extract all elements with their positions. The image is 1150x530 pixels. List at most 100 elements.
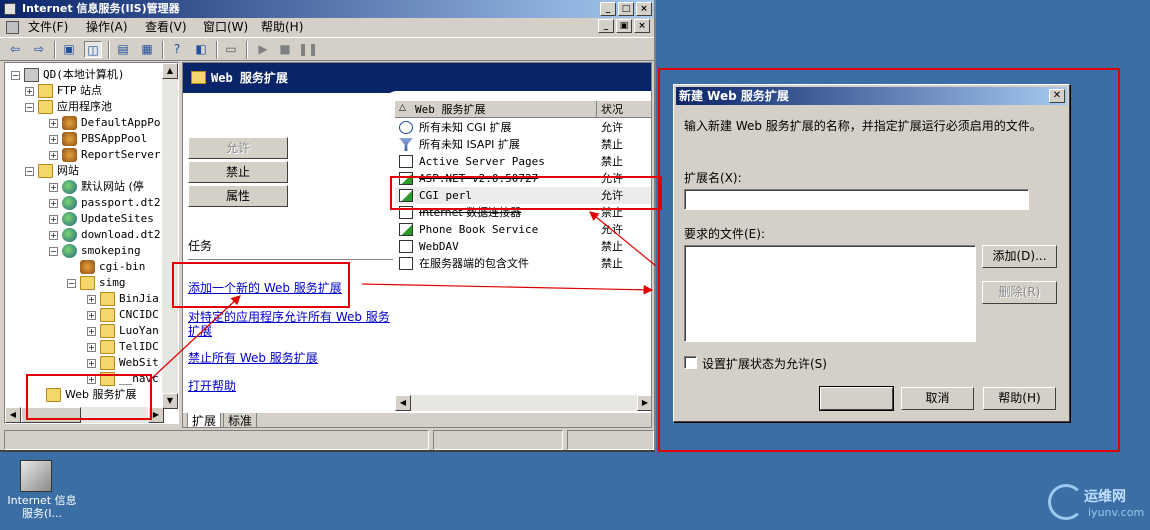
status-panel — [433, 430, 563, 450]
watermark: 运维网 iyunv.com — [1048, 482, 1148, 526]
stop-icon[interactable]: ■ — [276, 41, 294, 58]
ftp-folder-icon — [38, 84, 53, 98]
expand-toggle[interactable]: + — [49, 135, 58, 144]
extension-row[interactable]: Phone Book Service 允许 — [395, 221, 651, 238]
close-button[interactable]: × — [636, 2, 652, 16]
extension-status: 禁止 — [601, 155, 623, 168]
expand-toggle[interactable]: − — [11, 71, 20, 80]
allow-all-for-app-link[interactable]: 对特定的应用程序允许所有 Web 服务扩展 — [188, 310, 393, 338]
export-list-icon[interactable]: ▦ — [138, 41, 156, 58]
folder-icon — [100, 340, 115, 354]
expand-toggle[interactable]: + — [87, 327, 96, 336]
expand-toggle[interactable]: + — [87, 311, 96, 320]
computer-icon[interactable]: ▭ — [222, 41, 240, 58]
mdi-minimize-button[interactable]: _ — [598, 19, 614, 33]
toolbar-separator — [246, 41, 248, 59]
iis-desktop-shortcut-icon[interactable] — [20, 460, 52, 492]
mdi-close-button[interactable]: × — [634, 19, 650, 33]
tree-node-label: FTP 站点 — [57, 84, 102, 97]
column-header-status[interactable]: 状况 — [597, 101, 651, 118]
expand-toggle[interactable]: − — [49, 247, 58, 256]
tree-node-label: CNCIDC — [119, 308, 159, 321]
pause-icon[interactable]: ❚❚ — [298, 41, 318, 58]
extension-row[interactable]: 所有未知 ISAPI 扩展 禁止 — [395, 136, 651, 153]
list-horizontal-scrollbar[interactable]: ◀ ▶ — [395, 395, 651, 411]
expand-toggle[interactable]: + — [87, 295, 96, 304]
scroll-right-icon[interactable]: ▶ — [637, 395, 651, 411]
desktop-shortcut-label[interactable]: Internet 信息服务(I... — [2, 494, 82, 520]
tree-node-label: DefaultAppPo — [81, 116, 161, 129]
menu-help[interactable]: 帮助(H) — [261, 18, 303, 36]
tree-node-label: cgi-bin — [99, 260, 146, 273]
toolbar-separator — [216, 41, 218, 59]
document-check-icon — [399, 223, 413, 236]
tab-extended[interactable]: 扩展 — [187, 413, 222, 427]
tree-vertical-scrollbar[interactable]: ▲ ▼ — [162, 63, 178, 409]
tree-node-label: TelIDC — [119, 340, 159, 353]
tree-node-label: 默认网站 (停 — [81, 180, 144, 193]
status-panel — [567, 430, 654, 450]
menu-file[interactable]: 文件(F) — [28, 18, 68, 36]
scroll-left-icon[interactable]: ◀ — [395, 395, 411, 411]
gear-folder-icon — [80, 260, 95, 274]
expand-toggle[interactable]: + — [49, 183, 58, 192]
app-pool-icon — [62, 148, 77, 162]
menu-window[interactable]: 窗口(W) — [203, 18, 248, 36]
properties-button[interactable]: 属性 — [188, 185, 288, 207]
window-titlebar[interactable]: Internet 信息服务(IIS)管理器 _ □ × — [0, 0, 654, 18]
properties-icon[interactable]: ▤ — [114, 41, 132, 58]
expand-toggle[interactable]: + — [87, 359, 96, 368]
back-icon[interactable]: ⇦ — [6, 41, 24, 58]
deny-button[interactable]: 禁止 — [188, 161, 288, 183]
expand-toggle[interactable]: − — [67, 279, 76, 288]
up-folder-icon[interactable]: ▣ — [60, 41, 78, 58]
tree-node-label: BinJia — [119, 292, 159, 305]
expand-toggle[interactable]: + — [49, 231, 58, 240]
extension-row[interactable]: 在服务器端的包含文件 禁止 — [395, 255, 651, 272]
expand-toggle[interactable]: + — [25, 87, 34, 96]
status-panel — [4, 430, 429, 450]
show-tree-icon[interactable]: ◫ — [84, 41, 102, 58]
tab-standard[interactable]: 标准 — [223, 413, 258, 427]
expand-toggle[interactable]: + — [49, 199, 58, 208]
tasks-divider — [188, 259, 393, 260]
extension-row[interactable]: WebDAV 禁止 — [395, 238, 651, 255]
expand-toggle[interactable]: + — [49, 215, 58, 224]
expand-toggle[interactable]: − — [25, 103, 34, 112]
open-help-link[interactable]: 打开帮助 — [188, 379, 236, 393]
content-pane: Web 服务扩展 允许 禁止 属性 任务 添加一个新的 Web 服务扩展 对特定… — [182, 62, 652, 428]
tree-node-label: smokeping — [81, 244, 141, 257]
allow-button[interactable]: 允许 — [188, 137, 288, 159]
folder-icon — [38, 164, 53, 178]
document-icon — [399, 257, 413, 270]
menu-action[interactable]: 操作(A) — [86, 18, 128, 36]
folder-icon — [191, 71, 206, 84]
extension-list-header: Web 服务扩展 △ 状况 — [395, 101, 651, 118]
scroll-left-icon[interactable]: ◀ — [5, 407, 21, 423]
show-console-icon[interactable]: ◧ — [192, 41, 210, 58]
prohibit-all-link[interactable]: 禁止所有 Web 服务扩展 — [188, 351, 318, 365]
menu-view[interactable]: 查看(V) — [145, 18, 187, 36]
forward-icon[interactable]: ⇨ — [30, 41, 48, 58]
expand-toggle[interactable]: + — [49, 119, 58, 128]
extension-row[interactable]: 所有未知 CGI 扩展 允许 — [395, 119, 651, 136]
mdi-restore-button[interactable]: ▣ — [616, 19, 632, 33]
expand-toggle[interactable]: − — [25, 167, 34, 176]
help-icon[interactable]: ? — [168, 41, 186, 58]
expand-toggle[interactable]: + — [87, 343, 96, 352]
folder-icon — [80, 276, 95, 290]
expand-toggle[interactable]: + — [49, 151, 58, 160]
scroll-down-icon[interactable]: ▼ — [162, 393, 178, 409]
extension-row[interactable]: Active Server Pages 禁止 — [395, 153, 651, 170]
play-icon[interactable]: ▶ — [254, 41, 272, 58]
maximize-button[interactable]: □ — [618, 2, 634, 16]
minimize-button[interactable]: _ — [600, 2, 616, 16]
scroll-up-icon[interactable]: ▲ — [162, 63, 178, 79]
column-header-name[interactable]: Web 服务扩展 — [395, 101, 597, 118]
info-icon — [399, 121, 413, 134]
tree-node-label: LuoYan — [119, 324, 159, 337]
tree-node-label: 网站 — [57, 164, 79, 177]
extension-name: Active Server Pages — [419, 155, 545, 168]
globe-icon — [62, 212, 77, 226]
folder-icon — [100, 324, 115, 338]
